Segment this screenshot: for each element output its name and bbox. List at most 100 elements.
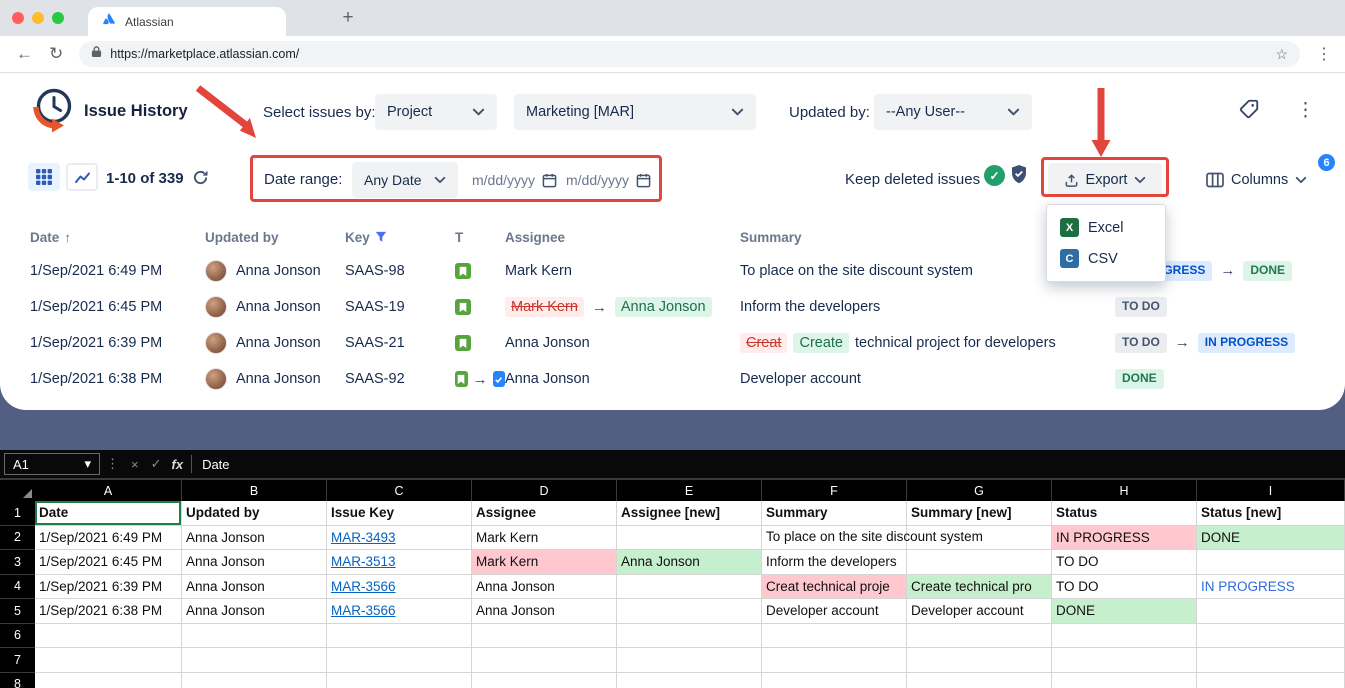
sheet-select-all-corner[interactable] xyxy=(0,480,35,501)
sheet-column-header-B[interactable]: B xyxy=(182,480,327,501)
reload-icon[interactable]: ↻ xyxy=(49,44,63,64)
close-window-button[interactable] xyxy=(12,12,24,24)
browser-tab[interactable]: Atlassian xyxy=(88,7,286,36)
sheet-header-cell[interactable]: Updated by xyxy=(182,501,327,526)
sheet-header-cell[interactable]: Summary xyxy=(762,501,907,526)
sheet-header-cell[interactable]: Status xyxy=(1052,501,1197,526)
sheet-cell[interactable] xyxy=(472,648,617,673)
sheet-cell[interactable]: Anna Jonson xyxy=(472,575,617,600)
date-to-input[interactable]: m/dd/yyyy xyxy=(566,162,651,198)
cell-name-box[interactable]: A1 ▾ xyxy=(4,453,100,475)
sheet-row-header-3[interactable]: 3 xyxy=(0,550,35,575)
address-bar[interactable]: https://marketplace.atlassian.com/ ☆ xyxy=(79,41,1300,67)
sheet-header-cell[interactable]: Status [new] xyxy=(1197,501,1345,526)
sheet-cell[interactable] xyxy=(617,599,762,624)
sheet-cell[interactable]: MAR-3566 xyxy=(327,575,472,600)
sheet-cell[interactable] xyxy=(1197,648,1345,673)
sheet-cell[interactable] xyxy=(1197,599,1345,624)
sheet-cell[interactable] xyxy=(907,673,1052,688)
sheet-cell[interactable] xyxy=(35,673,182,688)
sheet-column-header-D[interactable]: D xyxy=(472,480,617,501)
sheet-cell[interactable] xyxy=(182,673,327,688)
table-row[interactable]: 1/Sep/2021 6:45 PM Anna Jonson SAAS-19 M… xyxy=(0,289,1345,325)
sheet-header-cell[interactable]: Date xyxy=(35,501,182,526)
sheet-cell[interactable] xyxy=(1052,648,1197,673)
sheet-cell[interactable]: MAR-3566 xyxy=(327,599,472,624)
sheet-cell[interactable] xyxy=(327,624,472,649)
sheet-cell[interactable] xyxy=(907,624,1052,649)
export-menu-item-excel[interactable]: X Excel xyxy=(1047,212,1165,243)
sheet-cell[interactable]: Create technical pro xyxy=(907,575,1052,600)
maximize-window-button[interactable] xyxy=(52,12,64,24)
sheet-cell[interactable] xyxy=(327,673,472,688)
sheet-cell[interactable] xyxy=(617,575,762,600)
export-button[interactable]: Export xyxy=(1048,163,1162,197)
sheet-row-header-2[interactable]: 2 xyxy=(0,526,35,551)
sheet-cell[interactable] xyxy=(182,648,327,673)
sheet-cell[interactable] xyxy=(472,624,617,649)
sheet-header-cell[interactable]: Issue Key xyxy=(327,501,472,526)
sheet-cell[interactable]: IN PROGRESS xyxy=(1197,575,1345,600)
new-tab-button[interactable]: + xyxy=(336,6,360,30)
sheet-row-header-5[interactable]: 5 xyxy=(0,599,35,624)
sheet-cell[interactable] xyxy=(907,648,1052,673)
sheet-row-header-4[interactable]: 4 xyxy=(0,575,35,600)
sheet-cell[interactable]: Anna Jonson xyxy=(182,599,327,624)
sheet-cell[interactable] xyxy=(617,526,762,551)
table-row[interactable]: 1/Sep/2021 6:39 PM Anna Jonson SAAS-21 A… xyxy=(0,325,1345,361)
sheet-cell[interactable] xyxy=(1052,673,1197,688)
sheet-cell[interactable]: Anna Jonson xyxy=(182,575,327,600)
sheet-cell[interactable]: TO DO xyxy=(1052,550,1197,575)
sheet-header-cell[interactable]: Assignee xyxy=(472,501,617,526)
sheet-cell[interactable]: 1/Sep/2021 6:38 PM xyxy=(35,599,182,624)
sheet-cell[interactable]: Developer account xyxy=(907,599,1052,624)
cell-key[interactable]: SAAS-21 xyxy=(345,335,455,351)
sheet-cell[interactable] xyxy=(1197,624,1345,649)
sheet-cell[interactable]: MAR-3513 xyxy=(327,550,472,575)
sheet-cell[interactable]: Inform the developers xyxy=(762,550,907,575)
updated-by-dropdown[interactable]: --Any User-- xyxy=(874,94,1032,130)
sheet-column-header-I[interactable]: I xyxy=(1197,480,1345,501)
sheet-column-header-C[interactable]: C xyxy=(327,480,472,501)
sheet-column-header-F[interactable]: F xyxy=(762,480,907,501)
sheet-cell[interactable]: DONE xyxy=(1197,526,1345,551)
refresh-icon[interactable] xyxy=(192,169,209,191)
sheet-column-header-A[interactable]: A xyxy=(35,480,182,501)
sheet-header-cell[interactable]: Summary [new] xyxy=(907,501,1052,526)
sheet-cell[interactable] xyxy=(1197,550,1345,575)
sheet-cell[interactable]: Anna Jonson xyxy=(182,550,327,575)
select-by-dropdown[interactable]: Project xyxy=(375,94,497,130)
sheet-cell[interactable]: 1/Sep/2021 6:49 PM xyxy=(35,526,182,551)
sheet-cell[interactable] xyxy=(617,624,762,649)
date-range-dropdown[interactable]: Any Date xyxy=(352,162,458,198)
sheet-cell[interactable] xyxy=(472,673,617,688)
sheet-cell[interactable] xyxy=(617,673,762,688)
sheet-cell[interactable]: MAR-3493 xyxy=(327,526,472,551)
sheet-cell[interactable] xyxy=(762,648,907,673)
sheet-cell[interactable]: Anna Jonson xyxy=(472,599,617,624)
sheet-cell[interactable] xyxy=(35,648,182,673)
browser-menu-icon[interactable]: ⋮ xyxy=(1316,44,1333,64)
cell-key[interactable]: SAAS-19 xyxy=(345,299,455,315)
sheet-cell[interactable] xyxy=(182,624,327,649)
back-icon[interactable]: ← xyxy=(16,44,33,64)
fx-icon[interactable]: fx xyxy=(172,457,184,472)
sheet-cell[interactable]: 1/Sep/2021 6:45 PM xyxy=(35,550,182,575)
sheet-row-header-7[interactable]: 7 xyxy=(0,648,35,673)
sheet-row-header-8[interactable]: 8 xyxy=(0,673,35,688)
sheet-column-header-E[interactable]: E xyxy=(617,480,762,501)
sheet-cell[interactable]: TO DO xyxy=(1052,575,1197,600)
export-menu-item-csv[interactable]: C CSV xyxy=(1047,243,1165,274)
sheet-cell[interactable]: Developer account xyxy=(762,599,907,624)
tag-icon[interactable] xyxy=(1238,98,1260,125)
sheet-cell[interactable]: Mark Kern xyxy=(472,550,617,575)
chart-view-button[interactable] xyxy=(66,163,98,191)
sheet-cell[interactable] xyxy=(35,624,182,649)
grid-view-button[interactable] xyxy=(28,163,60,191)
column-header-key[interactable]: Key xyxy=(345,230,455,245)
column-header-type[interactable]: T xyxy=(455,230,505,245)
sheet-cell[interactable] xyxy=(907,550,1052,575)
sheet-cell[interactable] xyxy=(327,648,472,673)
sheet-row-header-6[interactable]: 6 xyxy=(0,624,35,649)
sheet-cell[interactable]: DONE xyxy=(1052,599,1197,624)
